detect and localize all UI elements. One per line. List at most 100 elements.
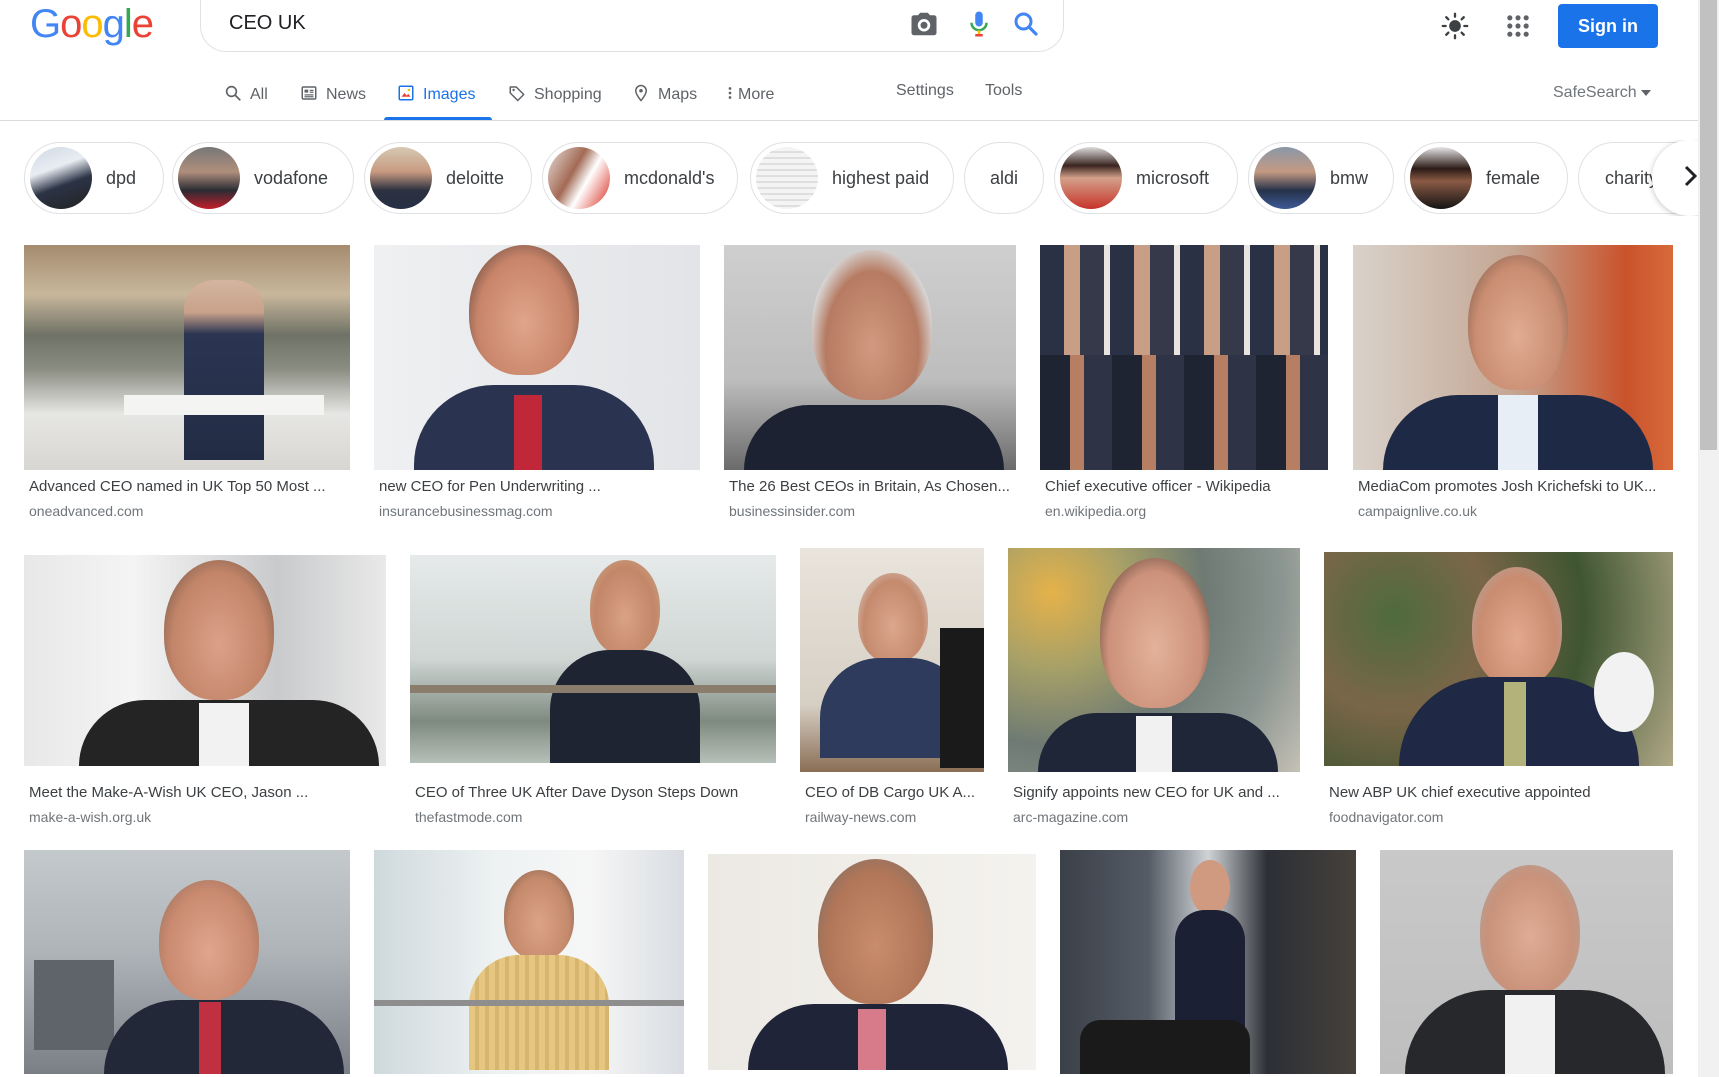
result-thumbnail[interactable] [410, 555, 776, 763]
result-title[interactable]: new CEO for Pen Underwriting ... [379, 478, 695, 495]
result-source[interactable]: campaignlive.co.uk [1358, 503, 1477, 519]
chip-thumbnail [1060, 147, 1122, 209]
chip-vodafone[interactable]: vodafone [172, 142, 354, 214]
result-thumbnail[interactable] [1380, 850, 1673, 1074]
apps-grid-icon[interactable] [1504, 12, 1532, 40]
chip-bmw[interactable]: bmw [1248, 142, 1394, 214]
chip-aldi[interactable]: aldi [964, 142, 1044, 214]
result-source[interactable]: thefastmode.com [415, 809, 522, 825]
result-title[interactable]: CEO of Three UK After Dave Dyson Steps D… [415, 784, 771, 801]
chip-label: female [1486, 167, 1541, 188]
result-thumbnail[interactable] [724, 245, 1016, 470]
chip-thumbnail [1410, 147, 1472, 209]
image-result[interactable] [24, 850, 350, 1077]
result-title[interactable]: Meet the Make-A-Wish UK CEO, Jason ... [29, 784, 381, 801]
image-result[interactable]: CEO of Three UK After Dave Dyson Steps D… [410, 548, 776, 828]
related-searches-chips: dpd vodafone deloitte mcdonald's highest… [0, 140, 1700, 216]
tab-all[interactable]: All [224, 82, 268, 108]
image-result[interactable]: new CEO for Pen Underwriting ... insuran… [374, 245, 700, 525]
brightness-icon[interactable] [1441, 12, 1469, 40]
tab-shopping[interactable]: Shopping [508, 82, 602, 108]
result-thumbnail[interactable] [374, 245, 700, 470]
result-title[interactable]: Signify appoints new CEO for UK and ... [1013, 784, 1295, 801]
result-title[interactable]: New ABP UK chief executive appointed [1329, 784, 1668, 801]
result-title[interactable]: CEO of DB Cargo UK A... [805, 784, 981, 801]
result-thumbnail[interactable] [24, 850, 350, 1074]
result-thumbnail[interactable] [1353, 245, 1673, 470]
image-result[interactable]: CEO of DB Cargo UK A... railway-news.com [800, 548, 984, 828]
result-source[interactable]: insurancebusinessmag.com [379, 503, 553, 519]
tab-images[interactable]: Images [397, 82, 475, 108]
image-result[interactable]: Meet the Make-A-Wish UK CEO, Jason ... m… [24, 548, 386, 828]
result-title[interactable]: Chief executive officer - Wikipedia [1045, 478, 1323, 495]
logo-letter: l [123, 2, 133, 46]
result-thumbnail[interactable] [24, 555, 386, 766]
result-title[interactable]: MediaCom promotes Josh Krichefski to UK.… [1358, 478, 1668, 495]
result-thumbnail[interactable] [800, 548, 984, 772]
images-icon [397, 84, 415, 107]
tag-icon [508, 84, 526, 107]
image-result[interactable] [374, 850, 684, 1077]
result-source[interactable]: make-a-wish.org.uk [29, 809, 151, 825]
tab-news[interactable]: News [300, 82, 366, 108]
chip-label: charity [1605, 167, 1659, 188]
tab-maps[interactable]: Maps [632, 82, 697, 108]
result-thumbnail[interactable] [708, 854, 1036, 1070]
result-thumbnail[interactable] [1040, 245, 1328, 470]
search-box [200, 0, 1064, 52]
result-thumbnail[interactable] [374, 850, 684, 1074]
image-result[interactable]: Chief executive officer - Wikipedia en.w… [1040, 245, 1328, 525]
chip-female[interactable]: female [1404, 142, 1568, 214]
chip-label: mcdonald's [624, 167, 715, 188]
search-icon [224, 84, 242, 107]
result-source[interactable]: businessinsider.com [729, 503, 855, 519]
tab-more[interactable]: More [726, 82, 774, 108]
google-logo[interactable]: Google [30, 2, 154, 47]
safesearch-dropdown[interactable]: SafeSearch [1553, 84, 1651, 102]
result-source[interactable]: arc-magazine.com [1013, 809, 1128, 825]
result-source[interactable]: en.wikipedia.org [1045, 503, 1146, 519]
result-source[interactable]: foodnavigator.com [1329, 809, 1443, 825]
tab-label: All [250, 86, 268, 103]
camera-icon[interactable] [909, 9, 939, 39]
tab-label: More [738, 86, 775, 103]
result-thumbnail[interactable] [24, 245, 350, 470]
result-title[interactable]: Advanced CEO named in UK Top 50 Most ... [29, 478, 345, 495]
result-source[interactable]: railway-news.com [805, 809, 916, 825]
chip-microsoft[interactable]: microsoft [1054, 142, 1238, 214]
image-result[interactable]: The 26 Best CEOs in Britain, As Chosen..… [724, 245, 1016, 525]
image-result[interactable]: Signify appoints new CEO for UK and ... … [1008, 548, 1300, 828]
result-title[interactable]: The 26 Best CEOs in Britain, As Chosen..… [729, 478, 1011, 495]
header-divider [0, 120, 1700, 121]
image-result[interactable] [708, 850, 1036, 1077]
chip-deloitte[interactable]: deloitte [364, 142, 532, 214]
result-thumbnail[interactable] [1008, 548, 1300, 772]
image-result[interactable]: New ABP UK chief executive appointed foo… [1324, 548, 1673, 828]
result-source[interactable]: oneadvanced.com [29, 503, 143, 519]
result-thumbnail[interactable] [1060, 850, 1356, 1074]
chip-mcdonalds[interactable]: mcdonald's [542, 142, 738, 214]
google-images-page: Google CEO UK Sign in All News Images Sh… [0, 0, 1719, 1077]
image-result[interactable] [1380, 850, 1673, 1077]
logo-letter: e [131, 2, 154, 46]
chip-label: bmw [1330, 167, 1369, 188]
mic-icon[interactable] [964, 9, 994, 39]
chip-thumbnail [548, 147, 610, 209]
image-result[interactable]: Advanced CEO named in UK Top 50 Most ...… [24, 245, 350, 525]
settings-link[interactable]: Settings [896, 82, 954, 100]
chip-highest-paid[interactable]: highest paid [750, 142, 954, 214]
chip-thumbnail [756, 147, 818, 209]
image-result[interactable] [1060, 850, 1356, 1077]
result-thumbnail[interactable] [1324, 552, 1673, 766]
tools-link[interactable]: Tools [985, 82, 1022, 100]
chip-dpd[interactable]: dpd [24, 142, 164, 214]
search-icon[interactable] [1011, 9, 1041, 39]
image-result[interactable]: MediaCom promotes Josh Krichefski to UK.… [1353, 245, 1673, 525]
scrollbar-thumb[interactable] [1700, 0, 1717, 450]
sign-in-button[interactable]: Sign in [1558, 4, 1658, 48]
tab-label: News [326, 86, 367, 103]
search-input[interactable] [227, 10, 867, 36]
chip-thumbnail [178, 147, 240, 209]
chip-thumbnail [30, 147, 92, 209]
tab-label: Images [423, 86, 476, 103]
